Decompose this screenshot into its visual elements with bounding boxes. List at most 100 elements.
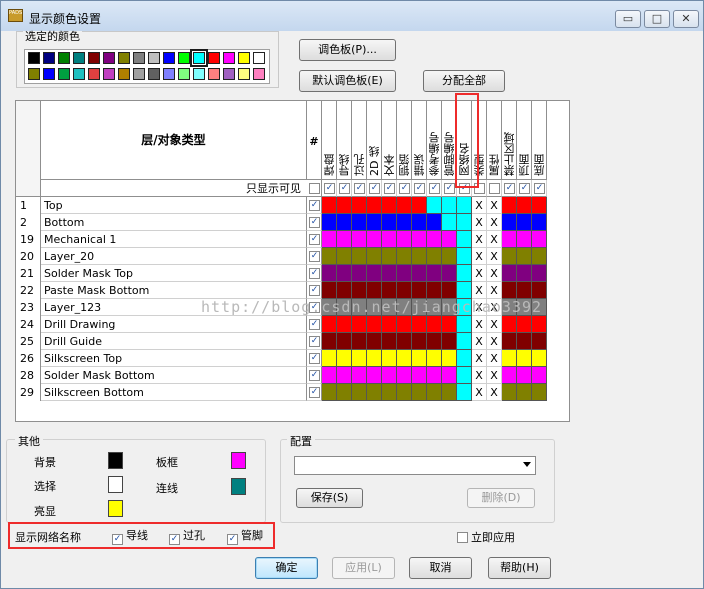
na-cell[interactable]: X (472, 333, 487, 350)
color-cell[interactable] (442, 384, 457, 401)
color-cell[interactable] (412, 367, 427, 384)
palette-swatch[interactable] (190, 49, 208, 67)
layer-name[interactable]: Top (41, 197, 307, 214)
color-cell[interactable] (442, 214, 457, 231)
color-cell[interactable] (502, 214, 517, 231)
color-cell[interactable] (442, 231, 457, 248)
color-cell[interactable] (457, 350, 472, 367)
na-cell[interactable]: X (487, 214, 502, 231)
palette-swatch[interactable] (178, 68, 190, 80)
visibility-checkbox[interactable]: ✓ (504, 183, 515, 194)
color-cell[interactable] (412, 333, 427, 350)
color-cell[interactable] (397, 367, 412, 384)
color-cell[interactable] (382, 231, 397, 248)
na-cell[interactable]: X (487, 367, 502, 384)
visibility-checkbox[interactable]: ✓ (519, 183, 530, 194)
color-cell[interactable] (367, 248, 382, 265)
na-cell[interactable]: X (487, 333, 502, 350)
selection-color-swatch[interactable] (108, 476, 123, 493)
palette-swatch[interactable] (88, 52, 100, 64)
color-cell[interactable] (322, 214, 337, 231)
na-cell[interactable]: X (487, 282, 502, 299)
color-cell[interactable] (427, 197, 442, 214)
palette-swatch[interactable] (163, 52, 175, 64)
color-cell[interactable] (412, 350, 427, 367)
color-cell[interactable] (322, 333, 337, 350)
column-header[interactable]: 铜箔 (397, 101, 412, 180)
color-cell[interactable] (397, 333, 412, 350)
color-cell[interactable] (532, 282, 547, 299)
palette-swatch[interactable] (178, 52, 190, 64)
color-cell[interactable] (427, 316, 442, 333)
palette-swatch[interactable] (88, 68, 100, 80)
column-header[interactable]: 底面 (532, 101, 547, 180)
default-palette-button[interactable]: 默认调色板(E) (299, 70, 396, 92)
column-header[interactable]: 焊盘 (322, 101, 337, 180)
color-cell[interactable] (337, 197, 352, 214)
close-button[interactable]: ✕ (673, 10, 699, 28)
na-cell[interactable]: X (472, 384, 487, 401)
color-cell[interactable] (352, 350, 367, 367)
color-cell[interactable] (427, 265, 442, 282)
color-cell[interactable] (337, 333, 352, 350)
color-cell[interactable] (532, 265, 547, 282)
color-cell[interactable] (502, 367, 517, 384)
color-cell[interactable] (337, 350, 352, 367)
color-cell[interactable] (412, 214, 427, 231)
color-cell[interactable] (397, 384, 412, 401)
palette-swatch[interactable] (163, 68, 175, 80)
color-cell[interactable] (442, 316, 457, 333)
color-cell[interactable] (457, 282, 472, 299)
visibility-checkbox[interactable]: ✓ (354, 183, 365, 194)
apply-immediately-checkbox[interactable]: 立即应用 (457, 530, 515, 544)
layer-name[interactable]: Drill Guide (41, 333, 307, 350)
na-cell[interactable]: X (472, 367, 487, 384)
color-cell[interactable] (412, 248, 427, 265)
color-cell[interactable] (412, 197, 427, 214)
na-cell[interactable]: X (472, 231, 487, 248)
palette-swatch[interactable] (73, 68, 85, 80)
assign-all-button[interactable]: 分配全部 (423, 70, 505, 92)
color-cell[interactable] (502, 282, 517, 299)
color-cell[interactable] (442, 367, 457, 384)
visibility-checkbox[interactable] (489, 183, 500, 194)
palette-swatch[interactable] (58, 68, 70, 80)
show-pins-checkbox[interactable]: ✓ 管脚 (227, 529, 263, 545)
color-cell[interactable] (322, 367, 337, 384)
palette-swatch[interactable] (253, 68, 265, 80)
color-cell[interactable] (397, 282, 412, 299)
column-header[interactable]: 导线 (337, 101, 352, 180)
layer-visible-checkbox[interactable]: ✓ (309, 234, 320, 245)
color-cell[interactable] (352, 197, 367, 214)
color-cell[interactable] (322, 197, 337, 214)
color-cell[interactable] (427, 282, 442, 299)
color-cell[interactable] (337, 265, 352, 282)
visibility-checkbox[interactable]: ✓ (369, 183, 380, 194)
help-button[interactable]: 帮助(H) (488, 557, 551, 579)
color-cell[interactable] (442, 282, 457, 299)
color-cell[interactable] (517, 350, 532, 367)
palette-swatch[interactable] (133, 52, 145, 64)
color-cell[interactable] (397, 231, 412, 248)
palette-swatch[interactable] (208, 52, 220, 64)
layer-name[interactable]: Layer_20 (41, 248, 307, 265)
palette-swatch[interactable] (223, 68, 235, 80)
layer-visible-checkbox[interactable]: ✓ (309, 387, 320, 398)
color-cell[interactable] (532, 248, 547, 265)
color-cell[interactable] (337, 384, 352, 401)
color-cell[interactable] (532, 350, 547, 367)
color-cell[interactable] (517, 282, 532, 299)
color-cell[interactable] (502, 248, 517, 265)
color-cell[interactable] (397, 214, 412, 231)
color-cell[interactable] (337, 367, 352, 384)
palette-swatch[interactable] (133, 68, 145, 80)
color-cell[interactable] (517, 214, 532, 231)
palette-swatch[interactable] (43, 52, 55, 64)
color-cell[interactable] (382, 350, 397, 367)
color-cell[interactable] (427, 231, 442, 248)
color-cell[interactable] (532, 333, 547, 350)
show-traces-checkbox[interactable]: ✓ 导线 (112, 529, 148, 545)
layer-name[interactable]: Paste Mask Bottom (41, 282, 307, 299)
palette-swatch[interactable] (253, 52, 265, 64)
column-header[interactable]: 参考编号 (427, 101, 442, 180)
